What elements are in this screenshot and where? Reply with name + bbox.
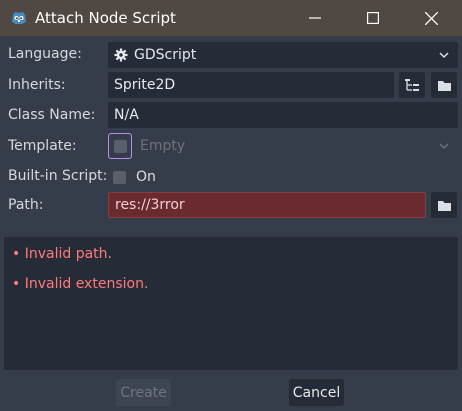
error-message: • Invalid extension.	[12, 276, 149, 292]
error-message: • Invalid path.	[12, 246, 112, 262]
language-label: Language:	[8, 46, 82, 62]
builtin-value: On	[136, 169, 156, 185]
template-checkbox[interactable]	[108, 133, 132, 159]
chevron-down-icon	[439, 52, 449, 59]
template-dropdown[interactable]: Empty	[134, 133, 458, 159]
inherits-input[interactable]: Sprite2D	[108, 72, 394, 98]
class-tree-button[interactable]	[399, 72, 425, 98]
maximize-button[interactable]	[344, 0, 402, 36]
template-label: Template:	[8, 138, 77, 154]
gear-icon	[114, 48, 128, 62]
cancel-button[interactable]: Cancel	[289, 379, 344, 406]
maximize-icon	[367, 12, 379, 24]
template-value: Empty	[140, 138, 186, 154]
class-name-label: Class Name:	[8, 107, 96, 123]
class-name-value: N/A	[114, 107, 139, 123]
builtin-checkbox[interactable]: On	[113, 169, 156, 185]
error-panel: • Invalid path. • Invalid extension.	[4, 237, 458, 370]
titlebar[interactable]: Attach Node Script	[0, 0, 462, 36]
godot-icon	[12, 12, 26, 24]
language-dropdown[interactable]: GDScript	[108, 42, 458, 68]
inherits-value: Sprite2D	[114, 77, 176, 93]
checkbox-box	[113, 139, 127, 153]
close-button[interactable]	[402, 0, 460, 36]
chevron-down-icon	[439, 143, 449, 150]
inherits-label: Inherits:	[8, 77, 66, 93]
path-input[interactable]: res://3rror	[108, 192, 426, 218]
window-title: Attach Node Script	[35, 9, 176, 27]
checkbox-box	[113, 170, 126, 184]
path-value: res://3rror	[115, 197, 185, 213]
minimize-icon	[309, 17, 321, 19]
language-value: GDScript	[134, 47, 197, 63]
class-name-input[interactable]: N/A	[108, 102, 458, 128]
folder-icon	[437, 80, 451, 91]
path-label: Path:	[8, 197, 44, 213]
minimize-button[interactable]	[286, 0, 344, 36]
close-icon	[424, 11, 438, 25]
create-button[interactable]: Create	[116, 379, 171, 406]
path-browse-button[interactable]	[431, 192, 457, 218]
builtin-label: Built-in Script:	[8, 168, 108, 184]
folder-icon	[437, 200, 451, 211]
class-tree-icon	[405, 79, 419, 91]
inherits-browse-button[interactable]	[431, 72, 457, 98]
